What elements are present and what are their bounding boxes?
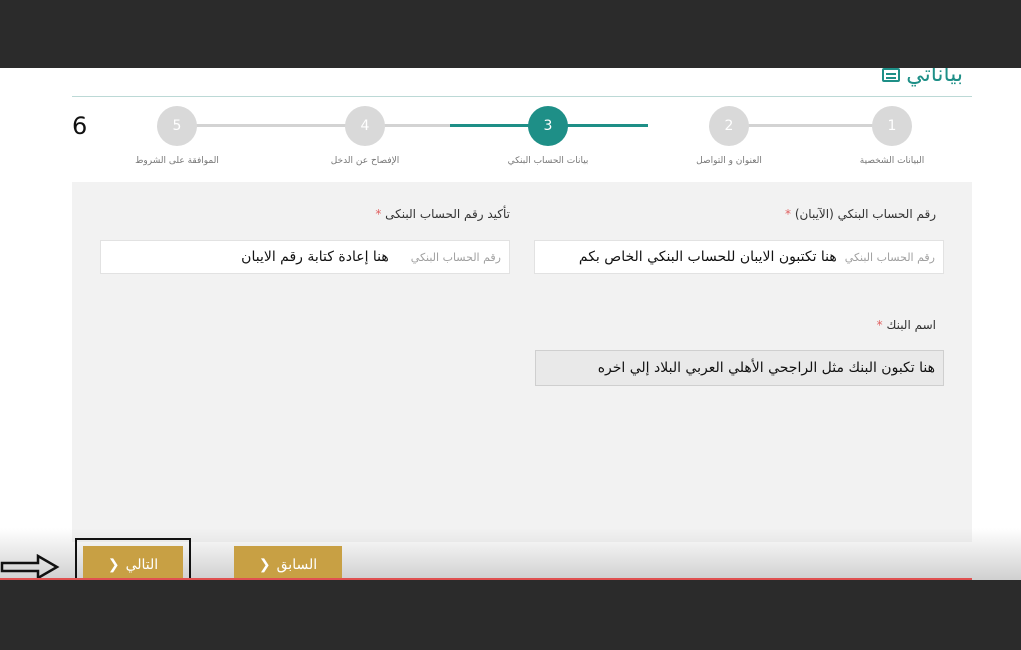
list-icon (882, 68, 901, 82)
previous-button[interactable]: السابق ❮ (234, 546, 342, 580)
iban-label-text: رقم الحساب البنكي (الآيبان) (794, 207, 936, 221)
next-button[interactable]: التالي ❮ (83, 546, 183, 580)
page-title: بياناتي (882, 68, 963, 87)
step-4[interactable]: 4 الإفصاح عن الدخل (305, 106, 425, 166)
bank-account-form: رقم الحساب البنكي (الآيبان) * رقم الحساب… (72, 182, 972, 542)
title-divider (72, 96, 972, 97)
confirm-iban-label: تأكيد رقم الحساب البنكى * (375, 207, 510, 221)
step-circle: 3 (528, 106, 568, 146)
step-label: بيانات الحساب البنكي (507, 156, 589, 166)
required-mark: * (876, 318, 883, 332)
step-label: البيانات الشخصية (859, 156, 925, 166)
bank-name-select[interactable]: هنا تكبون البنك مثل الراجحي الأهلي العرب… (535, 350, 944, 386)
step-1[interactable]: 1 البيانات الشخصية (832, 106, 952, 166)
video-bottom-letterbox (0, 580, 1021, 650)
iban-label: رقم الحساب البنكي (الآيبان) * (785, 207, 936, 221)
step-3[interactable]: 3 بيانات الحساب البنكي (488, 106, 608, 166)
confirm-iban-label-text: تأكيد رقم الحساب البنكى (385, 207, 510, 221)
arrow-right-outline-icon (0, 554, 60, 580)
step-2[interactable]: 2 العنوان و التواصل (669, 106, 789, 166)
step-5[interactable]: 5 الموافقة على الشروط (117, 106, 237, 166)
video-top-letterbox (0, 0, 1021, 68)
bank-name-value: هنا تكبون البنك مثل الراجحي الأهلي العرب… (597, 360, 935, 376)
step-circle: 1 (872, 106, 912, 146)
confirm-iban-value: هنا إعادة كتابة رقم الايبان (241, 249, 389, 265)
confirm-iban-placeholder: رقم الحساب البنكي (410, 250, 501, 264)
previous-button-label: السابق (276, 555, 318, 572)
iban-input[interactable]: رقم الحساب البنكي هنا تكتبون الايبان للح… (534, 240, 944, 274)
iban-value: هنا تكتبون الايبان للحساب البنكي الخاص ب… (578, 249, 837, 265)
confirm-iban-input[interactable]: رقم الحساب البنكي هنا إعادة كتابة رقم ال… (100, 240, 510, 274)
chevron-left-icon: ❮ (107, 555, 120, 572)
required-mark: * (784, 207, 791, 221)
next-button-label: التالي (125, 555, 159, 572)
step-label: العنوان و التواصل (696, 156, 762, 166)
chevron-left-icon: ❮ (258, 555, 271, 572)
iban-placeholder: رقم الحساب البنكي (844, 250, 935, 264)
required-mark: * (375, 207, 382, 221)
step-circle: 4 (345, 106, 385, 146)
step-label: الموافقة على الشروط (135, 156, 219, 166)
page-title-text: بياناتي (906, 68, 963, 87)
step-label: الإفصاح عن الدخل (330, 156, 400, 166)
bank-name-label-text: اسم البنك (886, 318, 936, 332)
bank-name-label: اسم البنك * (877, 318, 936, 332)
stepper: 5 الموافقة على الشروط 4 الإفصاح عن الدخل… (72, 98, 972, 178)
step-circle: 2 (709, 106, 749, 146)
step-circle: 5 (157, 106, 197, 146)
page: بياناتي 6 5 الموافقة على الشروط 4 الإفصا… (0, 68, 1021, 580)
